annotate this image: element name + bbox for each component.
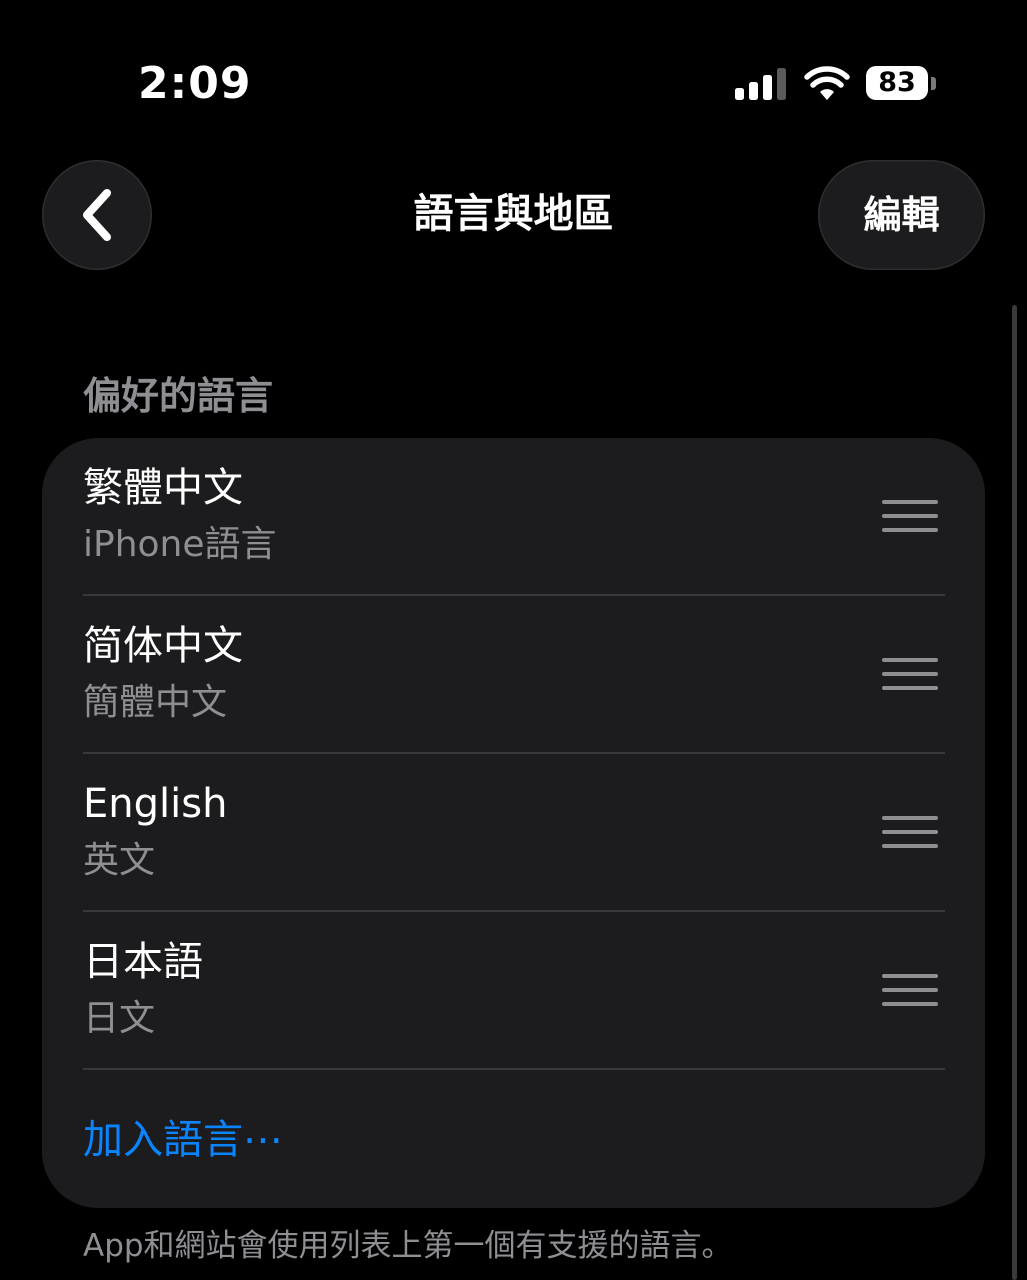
reorder-handle-icon[interactable] [882,658,938,692]
chevron-left-icon [83,189,111,241]
list-item-language[interactable]: English 英文 [42,754,985,912]
language-name: 简体中文 [83,623,243,669]
reorder-handle-icon[interactable] [882,500,938,534]
language-name: English [83,781,228,827]
back-button[interactable] [42,160,152,270]
list-item-language[interactable]: 简体中文 簡體中文 [42,596,985,754]
battery-cap [931,77,936,90]
language-subtitle: 日文 [83,998,156,1039]
battery-level: 83 [866,66,928,100]
edit-button[interactable]: 編輯 [818,160,985,270]
reorder-handle-icon[interactable] [882,974,938,1008]
footer-note: App和網站會使用列表上第一個有支援的語言。 [83,1228,733,1264]
navigation-bar: 語言與地區 編輯 [0,150,1027,280]
status-time: 2:09 [138,58,252,109]
cellular-signal-icon [735,68,786,100]
page-title: 語言與地區 [413,191,614,237]
language-subtitle: 英文 [83,840,156,881]
list-item-language[interactable]: 繁體中文 iPhone語言 [42,438,985,596]
wifi-icon [804,66,850,100]
list-item-language[interactable]: 日本語 日文 [42,912,985,1070]
language-name: 繁體中文 [83,465,243,511]
section-header-preferred-languages: 偏好的語言 [83,374,274,418]
language-name: 日本語 [83,939,203,985]
row-separator [83,1068,945,1070]
battery-icon: 83 [866,66,938,102]
status-bar: 2:09 83 [0,0,1027,140]
scroll-indicator[interactable] [1012,305,1017,1280]
language-subtitle: iPhone語言 [83,524,277,565]
preferred-languages-list: 繁體中文 iPhone語言 简体中文 簡體中文 English 英文 日本語 日… [42,438,985,1208]
reorder-handle-icon[interactable] [882,816,938,850]
language-subtitle: 簡體中文 [83,682,228,723]
add-language-button[interactable]: 加入語言⋯ [83,1112,283,1168]
